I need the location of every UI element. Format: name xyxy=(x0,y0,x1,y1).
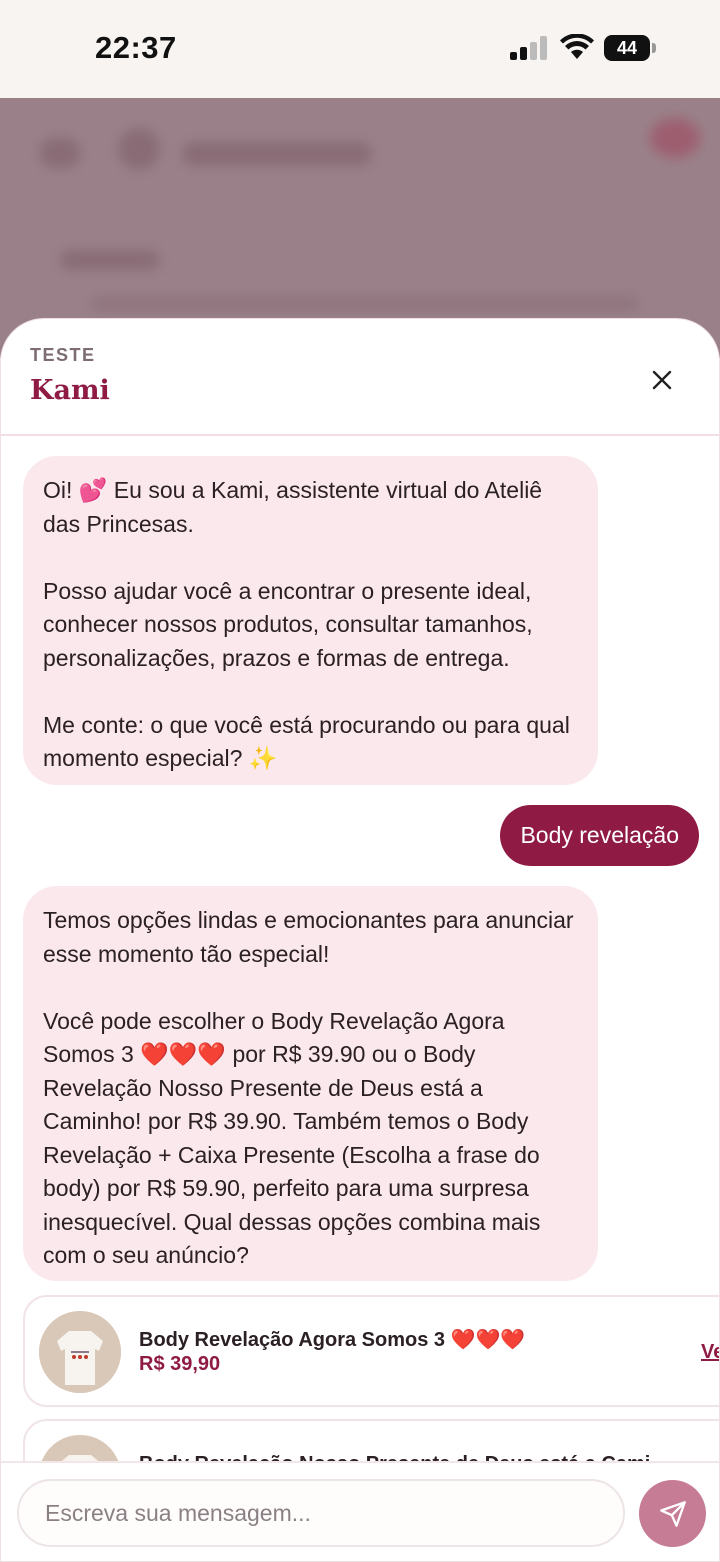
status-bar: 22:37 44 xyxy=(0,0,720,98)
send-icon xyxy=(659,1500,686,1527)
chat-title: Kami xyxy=(30,375,110,406)
close-button[interactable] xyxy=(641,359,683,401)
product-name: Body Revelação Agora Somos 3 ❤️❤️❤️ xyxy=(139,1329,526,1351)
message-list[interactable]: Oi! 💕 Eu sou a Kami, assistente virtual … xyxy=(1,436,719,1461)
message-input[interactable] xyxy=(17,1479,625,1547)
product-image xyxy=(39,1435,121,1461)
battery-icon: 44 xyxy=(604,35,656,61)
chat-subtitle: TESTE xyxy=(30,345,96,365)
message-composer xyxy=(1,1461,719,1561)
cellular-signal-icon xyxy=(510,36,547,60)
chat-header: TESTE Kami xyxy=(1,319,719,436)
status-time: 22:37 xyxy=(95,30,177,65)
chat-sheet: TESTE Kami Oi! 💕 Eu sou a Kami, assisten… xyxy=(0,318,720,1562)
close-icon xyxy=(652,370,672,390)
user-message: Body revelação xyxy=(500,805,699,866)
product-price: R$ 39,90 xyxy=(139,1353,221,1375)
bot-message: Oi! 💕 Eu sou a Kami, assistente virtual … xyxy=(23,456,598,785)
product-card[interactable]: Body Revelação Agora Somos 3 ❤️❤️❤️ R$ 3… xyxy=(23,1295,719,1407)
wifi-icon xyxy=(560,34,594,59)
product-card[interactable]: Body Revelação Nosso Presente de Deus es… xyxy=(23,1419,719,1461)
send-button[interactable] xyxy=(639,1480,706,1547)
product-name: Body Revelação Nosso Presente de Deus es… xyxy=(139,1453,650,1461)
product-image xyxy=(39,1311,121,1393)
battery-level: 44 xyxy=(616,38,638,58)
product-view-link[interactable]: Ve xyxy=(701,1341,719,1364)
bot-message: Temos opções lindas e emocionantes para … xyxy=(23,886,598,1281)
